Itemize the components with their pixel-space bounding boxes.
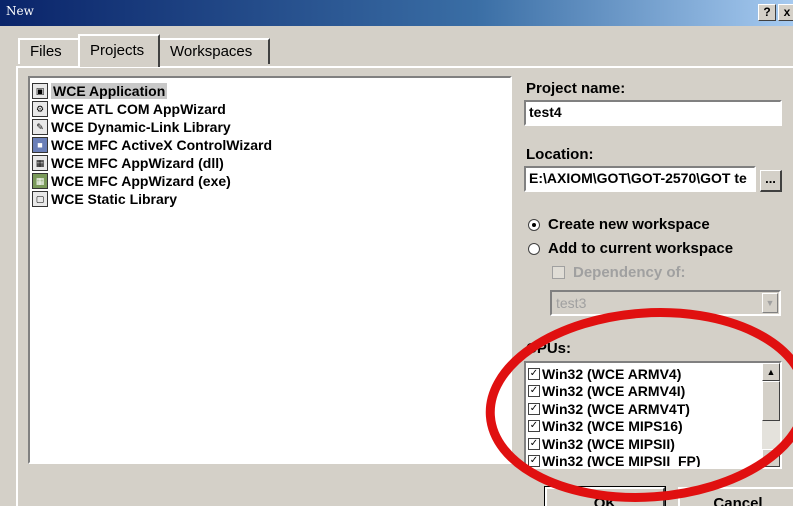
list-item[interactable]: ▣ WCE Application bbox=[32, 82, 510, 100]
list-item[interactable]: ▦ WCE MFC AppWizard (dll) bbox=[32, 154, 510, 172]
location-input[interactable]: E:\AXIOM\GOT\GOT-2570\GOT te bbox=[524, 166, 756, 192]
cpu-label: Win32 (WCE MIPS16) bbox=[542, 418, 683, 435]
cpu-checkbox[interactable]: ✓ bbox=[528, 402, 540, 415]
list-item-label: WCE MFC AppWizard (dll) bbox=[51, 155, 224, 171]
tab-workspaces[interactable]: Workspaces bbox=[158, 38, 270, 64]
cpus-label: CPUs: bbox=[526, 340, 572, 357]
dependency-select-value: test3 bbox=[556, 295, 587, 311]
cancel-button[interactable]: Cancel bbox=[678, 487, 793, 506]
dependency-label: Dependency of: bbox=[573, 264, 686, 281]
list-item[interactable]: ✓ Win32 (WCE MIPS16) bbox=[528, 418, 780, 436]
close-button[interactable]: x bbox=[778, 4, 793, 21]
cpu-list[interactable]: ✓ Win32 (WCE ARMV4) ✓ Win32 (WCE ARMV4I)… bbox=[524, 361, 782, 469]
cpu-checkbox[interactable]: ✓ bbox=[528, 437, 540, 450]
add-workspace-label: Add to current workspace bbox=[548, 240, 734, 257]
add-workspace-option[interactable]: Add to current workspace bbox=[528, 240, 733, 257]
list-item[interactable]: ✎ WCE Dynamic-Link Library bbox=[32, 118, 510, 136]
atl-wizard-icon: ⚙ bbox=[32, 101, 48, 117]
list-item[interactable]: ✓ Win32 (WCE MIPSII) bbox=[528, 435, 780, 453]
list-item[interactable]: ✓ Win32 (WCE ARMV4I) bbox=[528, 383, 780, 401]
new-dialog: New ? x Files Projects Workspaces ▣ WCE … bbox=[0, 0, 793, 506]
list-item[interactable]: ✓ Win32 (WCE ARMV4) bbox=[528, 365, 780, 383]
cpu-label: Win32 (WCE ARMV4I) bbox=[542, 383, 686, 400]
cpu-checkbox[interactable]: ✓ bbox=[528, 385, 540, 398]
list-item[interactable]: ✓ Win32 (WCE MIPSII_FP) bbox=[528, 453, 780, 469]
ok-button[interactable]: OK bbox=[544, 486, 666, 506]
list-item[interactable]: ▢ WCE Static Library bbox=[32, 190, 510, 208]
cpu-label: Win32 (WCE ARMV4) bbox=[542, 365, 682, 382]
create-workspace-label: Create new workspace bbox=[548, 216, 710, 233]
project-type-list[interactable]: ▣ WCE Application ⚙ WCE ATL COM AppWizar… bbox=[28, 76, 512, 464]
list-item[interactable]: ■ WCE MFC ActiveX ControlWizard bbox=[32, 136, 510, 154]
list-item[interactable]: ⚙ WCE ATL COM AppWizard bbox=[32, 100, 510, 118]
mfc-exe-icon: ▦ bbox=[32, 173, 48, 189]
list-item-label: WCE Dynamic-Link Library bbox=[51, 119, 231, 135]
project-name-label: Project name: bbox=[526, 80, 626, 97]
static-library-icon: ▢ bbox=[32, 191, 48, 207]
list-item-label: WCE Static Library bbox=[51, 191, 178, 207]
list-item-label: WCE Application bbox=[51, 83, 168, 99]
chevron-down-icon: ▼ bbox=[762, 293, 778, 313]
list-item-label: WCE MFC AppWizard (exe) bbox=[51, 173, 231, 189]
title-bar[interactable]: New ? x bbox=[0, 0, 793, 26]
cpu-checkbox[interactable]: ✓ bbox=[528, 367, 540, 380]
scroll-up-icon[interactable]: ▲ bbox=[762, 363, 780, 381]
dependency-select: test3 ▼ bbox=[550, 290, 781, 316]
cpu-label: Win32 (WCE MIPSII_FP) bbox=[542, 453, 701, 469]
cpu-list-scrollbar[interactable]: ▲ ▼ bbox=[762, 363, 780, 467]
cpu-label: Win32 (WCE ARMV4T) bbox=[542, 400, 690, 417]
application-icon: ▣ bbox=[32, 83, 48, 99]
dll-icon: ✎ bbox=[32, 119, 48, 135]
create-workspace-radio[interactable] bbox=[528, 218, 540, 231]
create-workspace-option[interactable]: Create new workspace bbox=[528, 216, 710, 233]
add-workspace-radio[interactable] bbox=[528, 242, 540, 255]
list-item-label: WCE MFC ActiveX ControlWizard bbox=[51, 137, 273, 153]
window-title: New bbox=[6, 4, 34, 18]
list-item-label: WCE ATL COM AppWizard bbox=[51, 101, 226, 117]
tab-projects[interactable]: Projects bbox=[78, 34, 160, 67]
cpu-label: Win32 (WCE MIPSII) bbox=[542, 435, 675, 452]
dependency-option: Dependency of: bbox=[552, 264, 686, 281]
cpu-checkbox[interactable]: ✓ bbox=[528, 420, 540, 433]
location-label: Location: bbox=[526, 146, 594, 163]
list-item[interactable]: ▦ WCE MFC AppWizard (exe) bbox=[32, 172, 510, 190]
dependency-checkbox bbox=[552, 266, 565, 279]
project-name-input[interactable]: test4 bbox=[524, 100, 782, 126]
browse-button[interactable]: ... bbox=[760, 170, 782, 192]
scroll-thumb[interactable] bbox=[762, 381, 780, 421]
activex-icon: ■ bbox=[32, 137, 48, 153]
list-item[interactable]: ✓ Win32 (WCE ARMV4T) bbox=[528, 400, 780, 418]
scroll-down-icon[interactable]: ▼ bbox=[762, 449, 780, 467]
help-button[interactable]: ? bbox=[758, 4, 776, 21]
mfc-dll-icon: ▦ bbox=[32, 155, 48, 171]
cpu-checkbox[interactable]: ✓ bbox=[528, 455, 540, 467]
tab-files[interactable]: Files bbox=[18, 38, 80, 64]
